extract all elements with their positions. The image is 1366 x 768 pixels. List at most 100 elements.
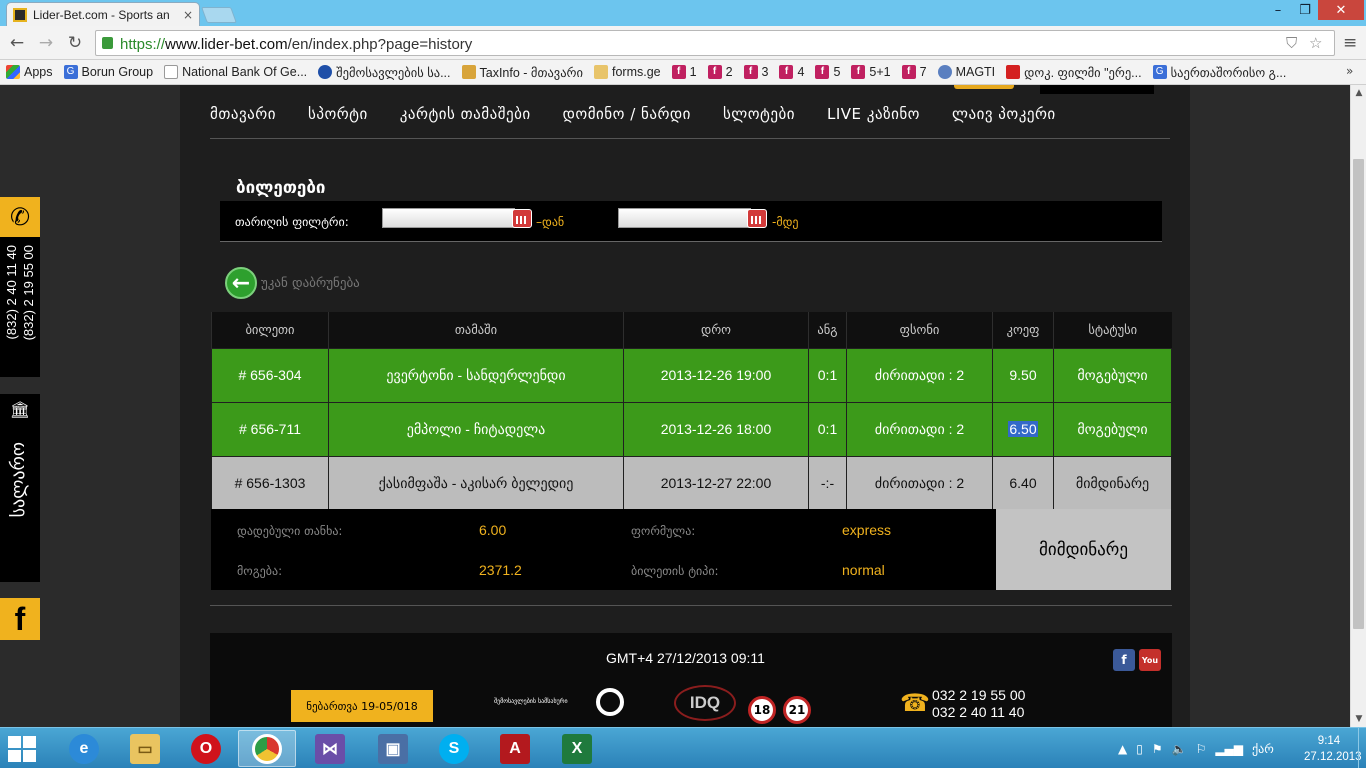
score-cell: -:- — [808, 455, 847, 511]
nav-live-poker[interactable]: ლაივ პოკერი — [952, 105, 1056, 123]
taskbar-clock[interactable]: 9:14 27.12.2013 — [1304, 733, 1362, 765]
taskbar-file-explorer-icon[interactable]: ▭ — [116, 730, 174, 767]
nav-sport[interactable]: სპორტი — [308, 105, 368, 123]
bookmark-label: MAGTI — [955, 65, 996, 79]
f-icon: f — [779, 65, 794, 79]
address-bar[interactable]: https://www.lider-bet.com/en/index.php?p… — [95, 30, 1335, 56]
url-path: /en/index.php?page=history — [287, 36, 473, 53]
back-arrow-icon[interactable]: ← — [225, 267, 257, 299]
taskbar-internet-explorer-icon[interactable]: e — [55, 730, 113, 767]
bookmark-label: 1 — [689, 65, 697, 79]
close-window-button[interactable]: ✕ — [1318, 0, 1364, 20]
taskbar-visual-studio-icon[interactable]: ⋈ — [301, 730, 359, 767]
back-link[interactable]: უკან დაბრუნება — [261, 276, 360, 291]
nav-home[interactable]: მთავარი — [210, 105, 276, 123]
browser-tab[interactable]: Lider-Bet.com - Sports an × — [6, 2, 200, 26]
bookmark-taxinfo[interactable]: TaxInfo - მთავარი — [461, 65, 583, 80]
bookmark-f3[interactable]: f3 — [743, 65, 768, 79]
page-scrollbar[interactable]: ▲ ▼ — [1350, 85, 1366, 727]
back-arrow-icon[interactable]: ← — [6, 33, 28, 53]
new-tab-button[interactable] — [201, 7, 237, 23]
taskbar-acrobat-icon[interactable]: A — [486, 730, 544, 767]
nav-slots[interactable]: სლოტები — [723, 105, 795, 123]
bookmark-f5plus1[interactable]: f 5+1 — [851, 65, 891, 79]
forward-arrow-icon[interactable]: → — [35, 33, 57, 53]
side-cashier-widget[interactable]: 🏛 სალარო — [0, 394, 40, 582]
bookmark-forms[interactable]: forms.ge — [593, 65, 661, 79]
shield-icon[interactable]: ⛉ — [1286, 34, 1297, 52]
bet-cell: ძირითადი : 2 — [846, 347, 993, 403]
time-cell: 2013-12-27 22:00 — [623, 455, 809, 511]
selected-odds-text: 6.50 — [1008, 421, 1038, 437]
tray-network-icon[interactable]: ▂▄▆ — [1215, 742, 1243, 756]
bookmark-label: National Bank Of Ge... — [182, 65, 308, 79]
nav-card-games[interactable]: კარტის თამაშები — [400, 105, 531, 123]
footer-phone-1: 032 2 19 55 00 — [932, 687, 1026, 703]
bookmark-f1[interactable]: f1 — [671, 65, 697, 79]
footer: GMT+4 27/12/2013 09:11 f You ნებართვა 19… — [210, 633, 1172, 727]
taskbar-excel-icon[interactable]: X — [548, 730, 606, 767]
bookmark-apps[interactable]: Apps — [6, 65, 53, 79]
f-icon: f — [743, 65, 758, 79]
bookmark-f4[interactable]: f4 — [779, 65, 804, 79]
tray-action-center-icon[interactable]: ⚑ — [1152, 742, 1163, 756]
bookmark-label: 7 — [919, 65, 927, 79]
formula-label: ფორმულა: — [631, 524, 696, 538]
date-to-input[interactable] — [618, 208, 751, 228]
url-text[interactable]: https://www.lider-bet.com/en/index.php?p… — [120, 36, 472, 53]
bookmark-youtube[interactable]: დოკ. ფილმი "ერე... — [1006, 65, 1142, 80]
side-facebook-icon[interactable]: f — [0, 598, 40, 640]
maximize-button[interactable]: ❐ — [1290, 0, 1320, 20]
nav-domino-nardi[interactable]: დომინო / ნარდი — [563, 105, 691, 123]
bookmarks-overflow-icon[interactable]: » — [1346, 64, 1353, 78]
page-icon — [164, 65, 179, 79]
show-desktop-button[interactable] — [1358, 728, 1366, 768]
bookmark-star-icon[interactable]: ☆ — [1309, 34, 1322, 52]
reload-icon[interactable]: ↻ — [64, 33, 86, 53]
calendar-to-icon[interactable] — [747, 209, 767, 228]
bookmark-label: 4 — [797, 65, 805, 79]
minimize-button[interactable]: – — [1263, 0, 1293, 20]
bookmark-f5[interactable]: f5 — [815, 65, 840, 79]
scrollbar-thumb[interactable] — [1353, 159, 1364, 629]
taskbar-skype-icon[interactable]: S — [425, 730, 483, 767]
calendar-from-icon[interactable] — [512, 209, 532, 228]
clock-date: 27.12.2013 — [1304, 751, 1362, 763]
taskbar-chrome-icon[interactable] — [238, 730, 296, 767]
footer-phones: 032 2 19 55 00 032 2 40 11 40 — [932, 687, 1025, 721]
chrome-menu-icon[interactable]: ≡ — [1343, 33, 1357, 53]
facebook-icon[interactable]: f — [1113, 649, 1135, 671]
footer-phone-2: 032 2 40 11 40 — [932, 704, 1025, 720]
side-phone-widget[interactable]: ✆ (832) 2 40 11 40 (832) 2 19 55 00 — [0, 197, 40, 377]
bookmark-label: შემოსავლების სა... — [336, 65, 451, 80]
taskbar-remote-desktop-icon[interactable]: ▣ — [364, 730, 422, 767]
odds-cell: 6.50 — [992, 401, 1054, 457]
bookmark-f7[interactable]: f7 — [901, 65, 927, 79]
age-18-badge: 18 — [748, 696, 776, 724]
bookmark-nbg[interactable]: National Bank Of Ge... — [164, 65, 307, 79]
windows-start-icon[interactable] — [8, 736, 38, 762]
tab-close-icon[interactable]: × — [183, 8, 193, 22]
ticket-cell: # 656-711 — [211, 401, 329, 457]
bookmark-intl[interactable]: Gსაერთაშორისო გ... — [1152, 65, 1286, 80]
youtube-icon[interactable]: You — [1139, 649, 1161, 671]
date-from-input[interactable] — [382, 208, 515, 228]
tray-volume-icon[interactable]: 🔈 — [1172, 742, 1187, 756]
table-row: # 656-711 ემპოლი - ჩიტადელა 2013-12-26 1… — [211, 401, 1172, 457]
tray-language[interactable]: ქარ — [1252, 742, 1274, 756]
bookmark-rs[interactable]: შემოსავლების სა... — [318, 65, 451, 80]
taskbar-opera-icon[interactable]: O — [177, 730, 235, 767]
tray-flag-icon[interactable]: ⚐ — [1196, 742, 1207, 756]
revenue-service-emblem-icon — [596, 688, 624, 716]
bookmark-borun[interactable]: G Borun Group — [63, 65, 153, 79]
tray-device-icon[interactable]: ▯ — [1136, 742, 1143, 756]
f-icon: f — [671, 65, 686, 79]
bookmark-f2[interactable]: f2 — [707, 65, 733, 79]
bookmark-magti[interactable]: MAGTI — [937, 65, 996, 79]
nav-live-casino[interactable]: LIVE კაზინო — [827, 105, 920, 123]
f-icon: f — [901, 65, 916, 79]
scroll-up-arrow-icon[interactable]: ▲ — [1351, 85, 1366, 101]
scroll-down-arrow-icon[interactable]: ▼ — [1351, 711, 1366, 727]
tray-overflow-arrow-icon[interactable]: ▲ — [1118, 742, 1127, 756]
youtube-icon — [1006, 65, 1021, 79]
